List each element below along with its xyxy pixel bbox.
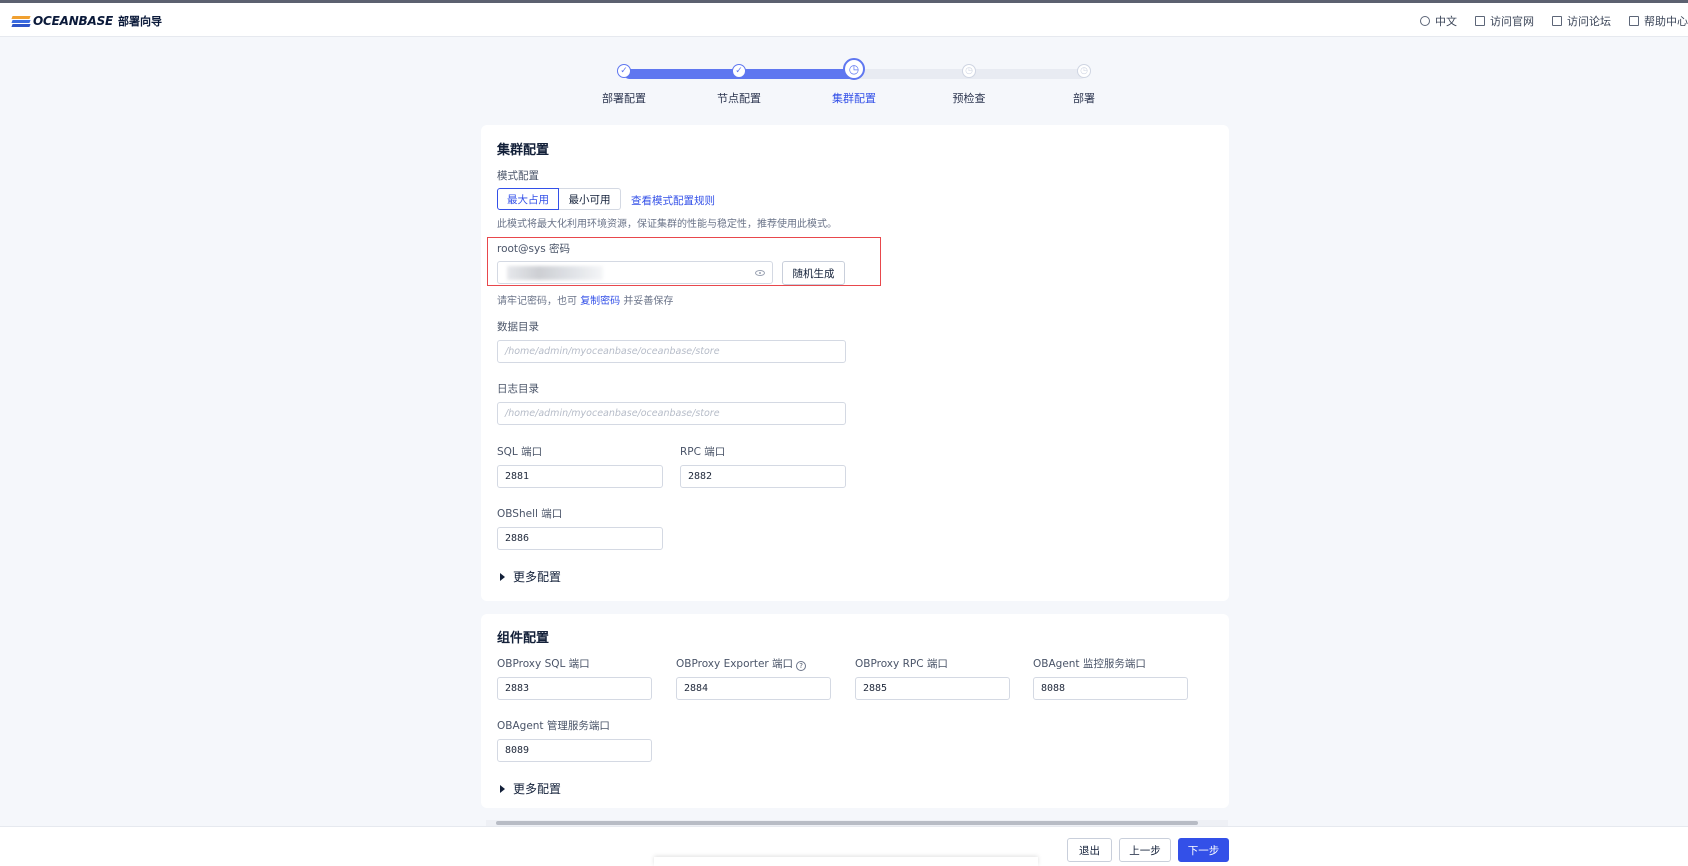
sql-port-label: SQL 端口 — [497, 446, 543, 458]
step-label-deploy-config: 部署配置 — [602, 92, 646, 105]
rpc-port-label: RPC 端口 — [680, 446, 726, 458]
copy-password-link[interactable]: 复制密码 — [580, 296, 620, 307]
progress-steps: ✓ ✓ ◷ ◷ ◷ 部署配置 节点配置 集群配置 预检查 部署 — [600, 58, 1100, 108]
cluster-config-title: 集群配置 — [497, 143, 550, 158]
component-config-card: 组件配置 OBProxy SQL 端口 2883 OBProxy Exporte… — [481, 614, 1229, 808]
globe-icon — [1420, 16, 1430, 26]
obagent-monitor-port-input[interactable]: 8088 — [1033, 677, 1188, 700]
help-center-link[interactable]: 帮助中心 — [1629, 13, 1688, 29]
eye-icon[interactable] — [755, 270, 765, 276]
caret-right-icon — [500, 784, 505, 793]
language-switch[interactable]: 中文 — [1420, 13, 1457, 29]
step-label-node-config: 节点配置 — [717, 92, 761, 105]
visit-website-link[interactable]: 访问官网 — [1475, 13, 1534, 29]
app-title: 部署向导 — [118, 15, 163, 28]
obproxy-rpc-port-input[interactable]: 2885 — [855, 677, 1010, 700]
component-more-config-toggle[interactable]: 更多配置 — [500, 780, 561, 797]
obagent-manage-port-input[interactable]: 8089 — [497, 739, 652, 762]
step-label-deploy: 部署 — [1073, 92, 1095, 105]
mode-description: 此模式将最大化利用环境资源，保证集群的性能与稳定性，推荐使用此模式。 — [497, 219, 837, 230]
password-redacted — [507, 266, 603, 280]
obshell-port-input[interactable]: 2886 — [497, 527, 663, 550]
obagent-manage-port-label: OBAgent 管理服务端口 — [497, 720, 610, 732]
top-nav: 中文 访问官网 访问论坛 帮助中心 — [1420, 13, 1688, 29]
top-header: OCEANBASE 部署向导 中文 访问官网 访问论坛 帮助中心 — [0, 3, 1688, 37]
obproxy-rpc-port-label: OBProxy RPC 端口 — [855, 658, 948, 670]
random-generate-button[interactable]: 随机生成 — [782, 261, 845, 285]
caret-right-icon — [500, 572, 505, 581]
popup-edge — [654, 857, 1038, 866]
scrollbar-thumb[interactable] — [496, 821, 1198, 825]
question-icon[interactable]: ? — [796, 661, 807, 671]
password-hint: 请牢记密码，也可 复制密码 并妥善保存 — [497, 292, 673, 307]
cluster-more-config-toggle[interactable]: 更多配置 — [500, 568, 561, 585]
step-5-clock-icon: ◷ — [1077, 64, 1091, 78]
cluster-more-config-label: 更多配置 — [513, 570, 562, 584]
rpc-port-input[interactable]: 2882 — [680, 465, 846, 488]
log-dir-label: 日志目录 — [497, 383, 539, 395]
help-book-icon — [1629, 16, 1639, 26]
visit-forum-link[interactable]: 访问论坛 — [1552, 13, 1611, 29]
password-hint-suffix: 并妥善保存 — [623, 296, 674, 307]
obproxy-exporter-port-label: OBProxy Exporter 端口? — [676, 656, 807, 671]
forum-icon — [1552, 16, 1562, 26]
obproxy-exporter-port-input[interactable]: 2884 — [676, 677, 831, 700]
mode-config-label: 模式配置 — [497, 170, 539, 182]
home-icon — [1475, 16, 1485, 26]
data-dir-label: 数据目录 — [497, 321, 539, 333]
step-4-clock-icon: ◷ — [962, 64, 976, 78]
step-2-check-icon: ✓ — [732, 64, 746, 78]
visit-forum-label: 访问论坛 — [1567, 15, 1611, 28]
oceanbase-logo-icon — [11, 15, 31, 27]
visit-website-label: 访问官网 — [1490, 15, 1534, 28]
component-config-title: 组件配置 — [497, 631, 550, 646]
logo-text: OCEANBASE — [33, 14, 114, 28]
language-label: 中文 — [1435, 15, 1457, 28]
obshell-port-label: OBShell 端口 — [497, 508, 563, 520]
exit-button[interactable]: 退出 — [1067, 838, 1112, 862]
password-label: root@sys 密码 — [497, 243, 571, 255]
data-dir-input[interactable]: /home/admin/myoceanbase/oceanbase/store — [497, 340, 846, 363]
sql-port-input[interactable]: 2881 — [497, 465, 663, 488]
cluster-config-card: 集群配置 模式配置 最大占用 最小可用 查看模式配置规则 此模式将最大化利用环境… — [481, 125, 1229, 601]
obagent-monitor-port-label: OBAgent 监控服务端口 — [1033, 658, 1146, 670]
previous-step-button[interactable]: 上一步 — [1119, 838, 1171, 862]
help-center-label: 帮助中心 — [1644, 15, 1688, 28]
mode-rules-link[interactable]: 查看模式配置规则 — [631, 193, 715, 208]
password-hint-prefix: 请牢记密码，也可 — [497, 296, 577, 307]
component-more-config-label: 更多配置 — [513, 782, 562, 796]
next-step-button[interactable]: 下一步 — [1178, 838, 1229, 862]
logo: OCEANBASE 部署向导 — [11, 13, 163, 29]
mode-min-available-option[interactable]: 最小可用 — [559, 188, 621, 210]
step-label-precheck: 预检查 — [952, 92, 986, 105]
step-1-check-icon: ✓ — [617, 64, 631, 78]
log-dir-input[interactable]: /home/admin/myoceanbase/oceanbase/store — [497, 402, 846, 425]
step-label-cluster-config: 集群配置 — [832, 92, 876, 105]
mode-max-usage-option[interactable]: 最大占用 — [497, 188, 559, 210]
step-3-clock-icon: ◷ — [843, 58, 865, 80]
obproxy-sql-port-input[interactable]: 2883 — [497, 677, 652, 700]
obproxy-sql-port-label: OBProxy SQL 端口 — [497, 658, 590, 670]
obproxy-exporter-port-text: OBProxy Exporter 端口 — [676, 658, 794, 670]
